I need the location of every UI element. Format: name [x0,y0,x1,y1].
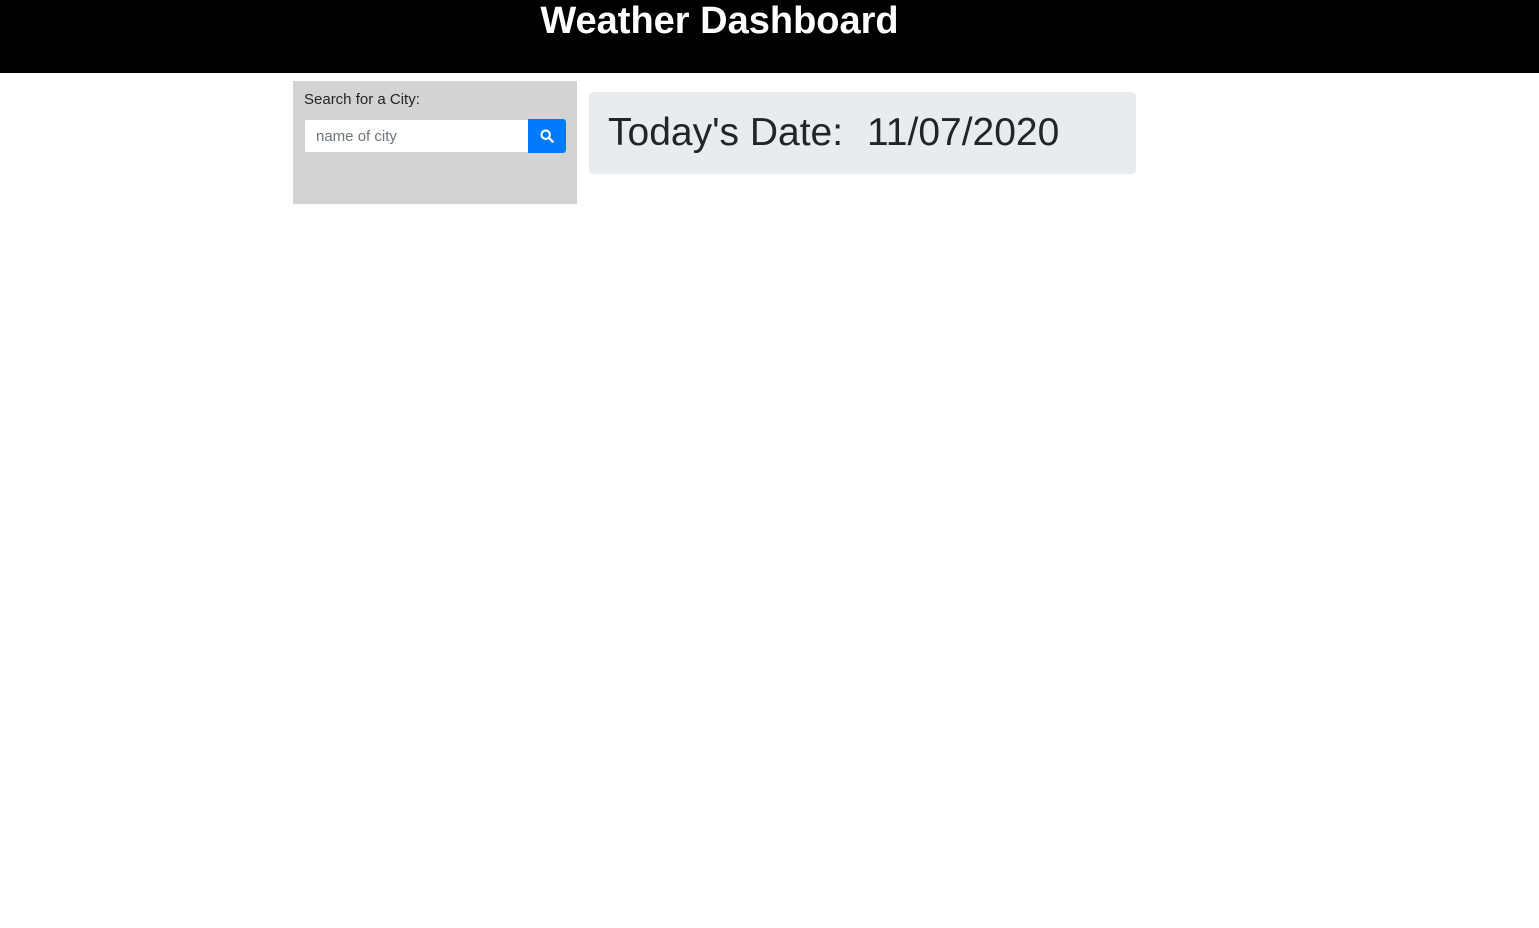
date-value: 11/07/2020 [867,111,1060,154]
search-icon [540,129,554,143]
date-label: Today's Date: [608,111,844,154]
search-button[interactable] [528,119,566,153]
search-label: Search for a City: [304,91,420,108]
search-panel: Search for a City: [293,81,577,204]
search-row [304,119,566,153]
date-card: Today's Date: 11/07/2020 [589,92,1136,174]
page-title: Weather Dashboard [540,0,899,42]
search-input[interactable] [304,119,528,153]
app-header: Weather Dashboard [0,0,1539,73]
